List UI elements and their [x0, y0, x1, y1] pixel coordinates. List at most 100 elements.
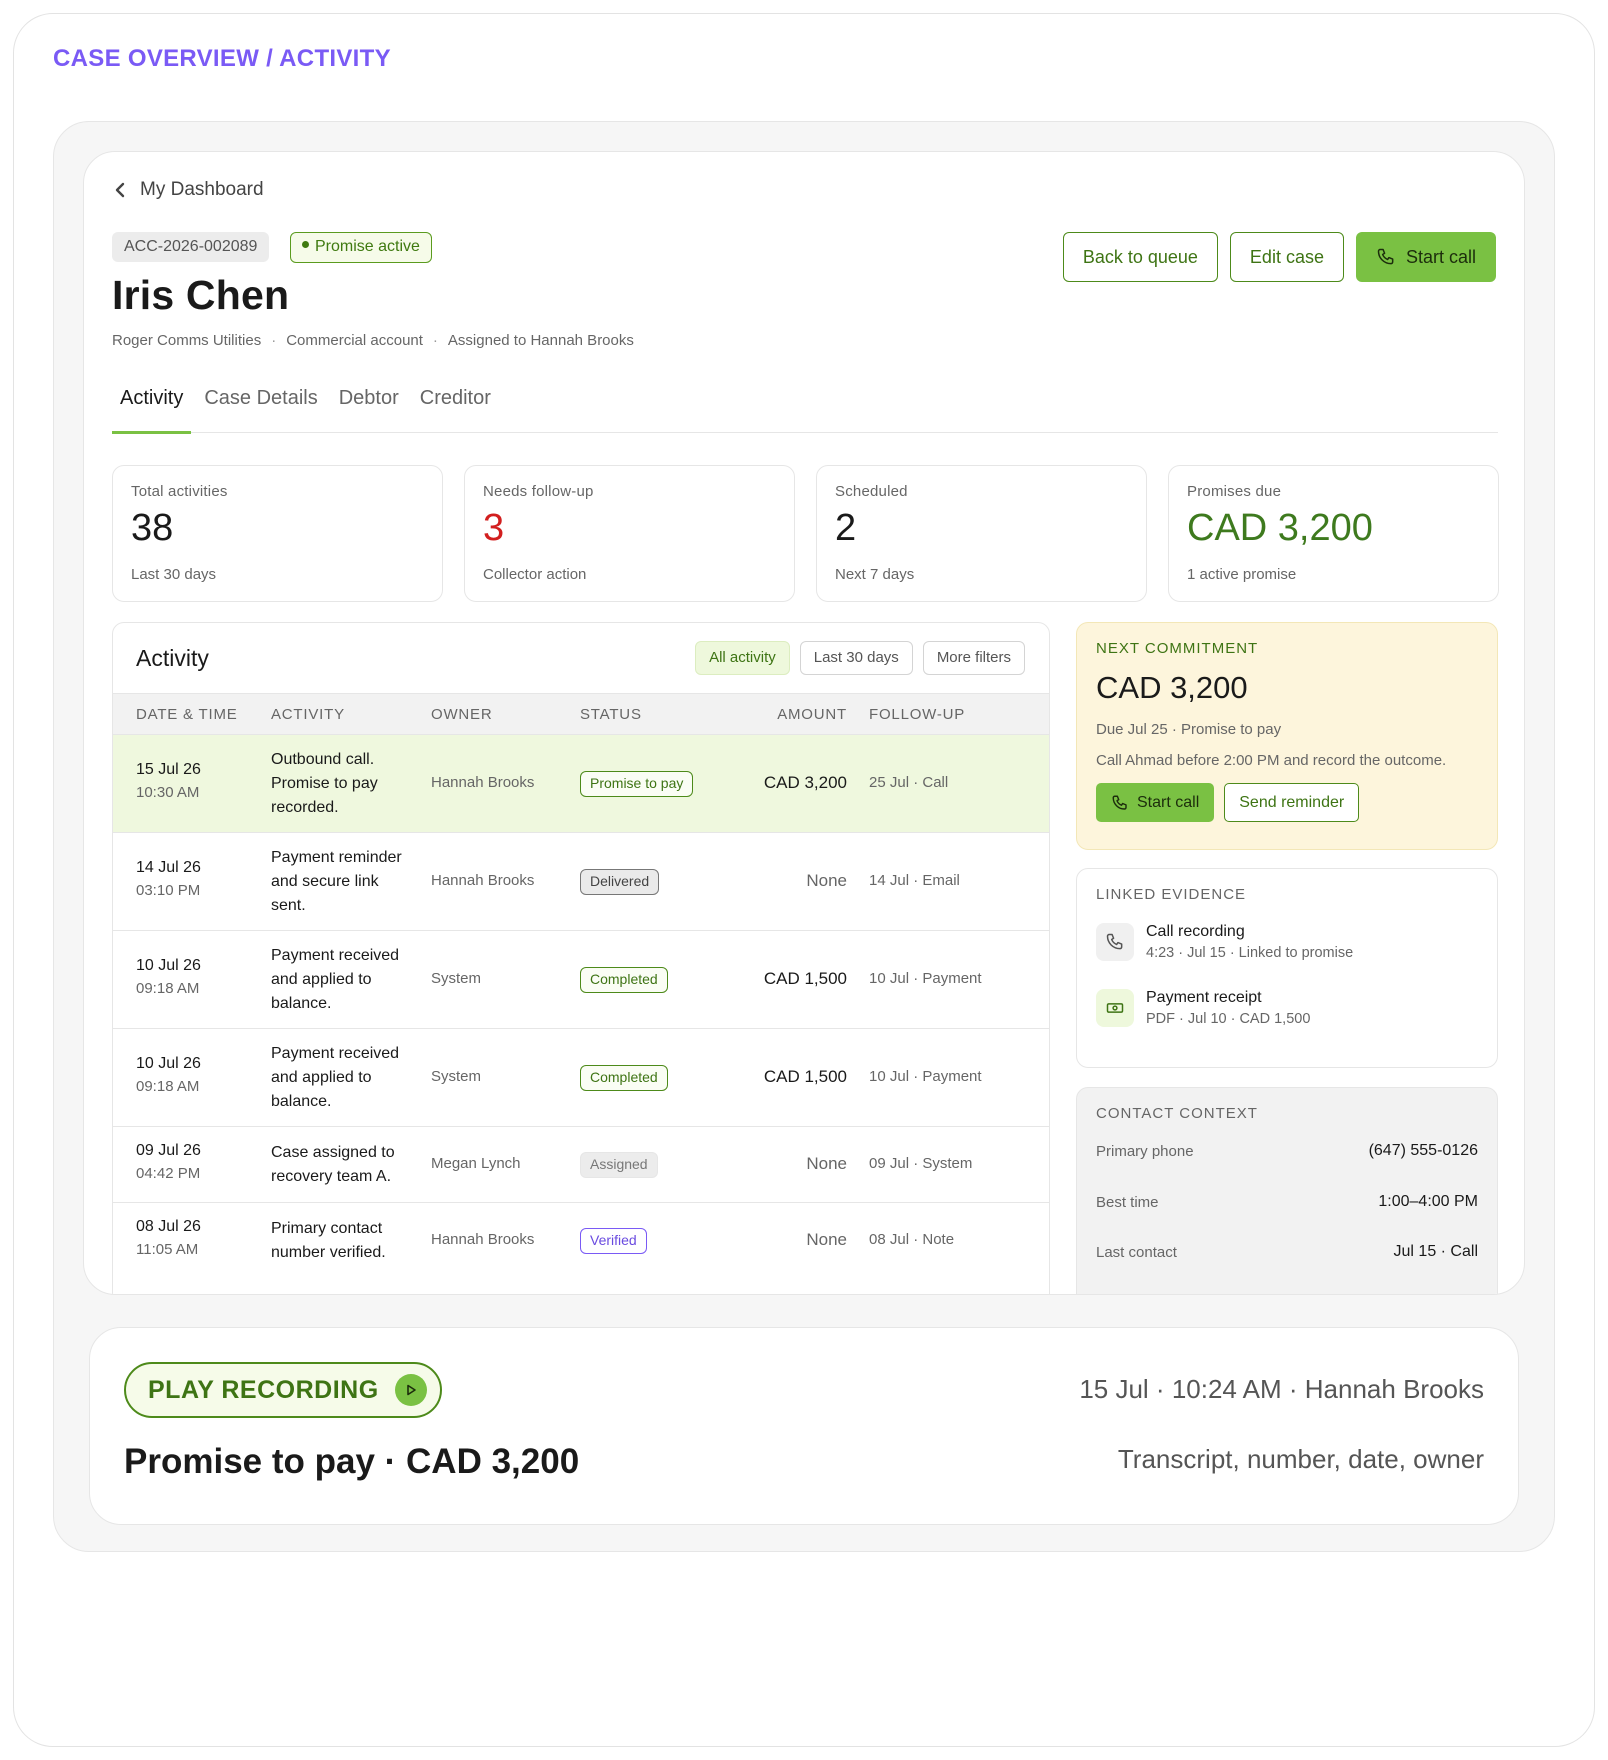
row-date-time: 11:05 AM [136, 1241, 199, 1258]
status-dot-icon [302, 241, 309, 249]
row-date: 10 Jul 26 09:18 AM [136, 957, 201, 997]
row-follow-up: 14 Jul · Email [869, 872, 960, 889]
row-owner: Hannah Brooks [431, 774, 535, 791]
status-badge: Promise to pay [580, 771, 694, 797]
contact-key: Primary phone [1096, 1142, 1194, 1160]
stat-label: Needs follow-up [483, 483, 594, 500]
column-header-follow-up[interactable]: FOLLOW-UP [869, 706, 965, 723]
contact-value: Jul 15 · Call [1393, 1243, 1478, 1260]
row-date-day: 10 Jul 26 [136, 957, 201, 974]
stat-label: Scheduled [835, 483, 908, 500]
row-status: Delivered [580, 869, 660, 895]
row-date-time: 03:10 PM [136, 882, 201, 899]
recording-card: PLAY RECORDING Promise to pay · CAD 3,20… [89, 1327, 1519, 1525]
row-date-time: 04:42 PM [136, 1165, 201, 1182]
row-amount: CAD 3,200 [763, 773, 847, 792]
stat-needs-follow-up: Needs follow-up 3 Collector action [464, 465, 795, 602]
status-badge: Completed [580, 967, 668, 993]
send-reminder-button[interactable]: Send reminder [1224, 783, 1360, 822]
contact-row-last-contact: Last contact Jul 15 · Call [1096, 1243, 1478, 1261]
row-date: 09 Jul 26 04:42 PM [136, 1142, 201, 1182]
row-activity: Payment received and applied to balance. [271, 1045, 400, 1110]
tab-debtor[interactable]: Debtor [331, 367, 407, 432]
table-row[interactable]: 09 Jul 26 04:42 PM Case assigned to reco… [113, 1127, 1049, 1203]
case-id-badge: ACC-2026-002089 [112, 232, 270, 262]
row-date: 15 Jul 26 10:30 AM [136, 761, 201, 801]
row-amount: None [806, 1230, 847, 1249]
phone-icon [1096, 923, 1134, 961]
phone-icon [1377, 248, 1394, 265]
stat-value: 2 [835, 507, 857, 549]
tab-case-details[interactable]: Case Details [196, 367, 325, 432]
status-badge: Delivered [580, 869, 660, 895]
row-activity: Outbound call. Promise to pay recorded. [271, 751, 378, 816]
play-recording-button[interactable]: PLAY RECORDING [124, 1362, 442, 1418]
column-header-amount[interactable]: AMOUNT [777, 706, 847, 723]
page-heading: CASE OVERVIEW / ACTIVITY [53, 45, 391, 72]
row-amount: CAD 1,500 [763, 969, 847, 988]
recording-hint: Transcript, number, date, owner [1117, 1444, 1484, 1474]
row-date-time: 09:18 AM [136, 1078, 200, 1095]
table-header: DATE & TIME ACTIVITY OWNER STATUS AMOUNT… [113, 693, 1049, 735]
contact-row-best-time: Best time 1:00–4:00 PM [1096, 1193, 1478, 1211]
commitment-start-call-button[interactable]: Start call [1096, 783, 1215, 822]
commitment-start-call-label: Start call [1137, 793, 1200, 811]
stats-row: Total activities 38 Last 30 days Needs f… [112, 465, 1499, 602]
cash-icon [1096, 989, 1134, 1027]
contact-context-card: CONTACT CONTEXT Primary phone (647) 555-… [1076, 1087, 1498, 1294]
row-status: Promise to pay [580, 771, 694, 797]
edit-case-button[interactable]: Edit case [1229, 232, 1344, 282]
chevron-left-icon [115, 182, 125, 198]
column-header-status[interactable]: STATUS [580, 706, 642, 723]
activity-table-card: Activity All activity Last 30 days More … [112, 622, 1050, 1294]
recording-title: Promise to pay · CAD 3,200 [124, 1442, 580, 1481]
row-date-day: 14 Jul 26 [136, 859, 201, 876]
table-row[interactable]: 15 Jul 26 10:30 AM Outbound call. Promis… [113, 735, 1049, 833]
linked-evidence-card: LINKED EVIDENCE Call recording 4:23 · Ju… [1076, 868, 1498, 1068]
commitment-actions: Start call Send reminder [1096, 783, 1478, 822]
stat-sub: Collector action [483, 566, 587, 583]
meta-separator: · [432, 332, 438, 349]
row-status: Assigned [580, 1152, 658, 1178]
stat-label: Promises due [1187, 483, 1282, 500]
column-header-date[interactable]: DATE & TIME [136, 706, 238, 723]
row-owner: Hannah Brooks [431, 872, 535, 889]
contact-label: CONTACT CONTEXT [1096, 1105, 1258, 1122]
table-row[interactable]: 10 Jul 26 09:18 AM Payment received and … [113, 931, 1049, 1029]
tab-activity[interactable]: Activity [112, 367, 192, 434]
row-status: Completed [580, 1065, 668, 1091]
table-row[interactable]: 10 Jul 26 09:18 AM Payment received and … [113, 1029, 1049, 1127]
contact-row-primary-phone: Primary phone (647) 555-0126 [1096, 1142, 1478, 1160]
row-activity: Primary contact number verified. [271, 1220, 386, 1261]
stat-promises-due: Promises due CAD 3,200 1 active promise [1168, 465, 1499, 602]
column-header-activity[interactable]: ACTIVITY [271, 706, 345, 723]
row-date: 14 Jul 26 03:10 PM [136, 859, 201, 899]
back-link-label: My Dashboard [140, 179, 264, 200]
back-to-dashboard-link[interactable]: My Dashboard [114, 179, 264, 201]
status-badge: Verified [580, 1228, 647, 1254]
column-header-owner[interactable]: OWNER [431, 706, 493, 723]
filter-more[interactable]: More filters [922, 641, 1025, 675]
evidence-item-payment-receipt[interactable]: Payment receipt PDF · Jul 10 · CAD 1,500 [1096, 989, 1478, 1027]
status-badge: Promise active [290, 232, 432, 263]
commitment-label: NEXT COMMITMENT [1096, 640, 1259, 657]
stat-sub: 1 active promise [1187, 566, 1297, 583]
meta-separator: · [271, 332, 277, 349]
row-follow-up: 25 Jul · Call [869, 774, 949, 791]
account-type: Commercial account [286, 332, 423, 349]
row-activity: Payment reminder and secure link sent. [271, 849, 402, 914]
evidence-sub: 4:23 · Jul 15 · Linked to promise [1146, 945, 1354, 961]
table-row[interactable]: 14 Jul 26 03:10 PM Payment reminder and … [113, 833, 1049, 931]
table-row[interactable]: 08 Jul 26 11:05 AM Primary contact numbe… [113, 1203, 1049, 1279]
row-date: 08 Jul 26 11:05 AM [136, 1218, 201, 1258]
back-to-queue-button[interactable]: Back to queue [1062, 232, 1218, 282]
filter-all-activity[interactable]: All activity [695, 641, 790, 675]
commitment-amount: CAD 3,200 [1096, 670, 1248, 705]
start-call-button[interactable]: Start call [1355, 232, 1496, 282]
evidence-title: Call recording [1146, 923, 1245, 940]
creditor-name: Roger Comms Utilities [112, 332, 262, 349]
filter-last-30-days[interactable]: Last 30 days [799, 641, 913, 675]
evidence-item-call-recording[interactable]: Call recording 4:23 · Jul 15 · Linked to… [1096, 923, 1478, 961]
tab-creditor[interactable]: Creditor [412, 367, 499, 432]
assignee: Assigned to Hannah Brooks [447, 332, 634, 349]
